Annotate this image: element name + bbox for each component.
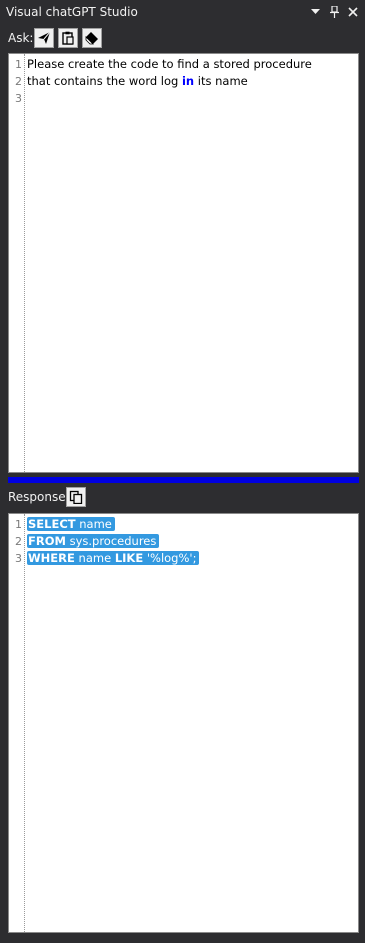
title-bar: Visual chatGPT Studio [0,0,365,24]
paste-button[interactable] [58,28,78,48]
text-token: Please create the code to find a stored … [27,57,312,71]
paste-icon [62,31,74,45]
pin-icon[interactable] [328,5,340,19]
eraser-icon [85,32,98,45]
line-number-gutter [9,54,25,472]
send-button[interactable] [34,28,54,48]
close-icon[interactable] [347,5,359,19]
copy-icon [69,490,83,504]
ask-label: Ask: [8,31,34,45]
selected-text: WHERE name LIKE '%log%'; [27,551,200,565]
response-editor[interactable]: 1 SELECT name 2 FROM sys.procedures 3 WHERE n… [8,513,359,933]
selected-text: FROM sys.procedures [27,534,160,548]
code-text: WHERE name LIKE '%log%'; [27,550,200,567]
code-text: SELECT name [27,516,115,533]
selected-text: SELECT name [27,517,115,531]
keyword-token: FROM [28,534,66,548]
text-token: name [75,517,112,531]
ask-toolbar: Ask: [0,26,365,50]
keyword-token: WHERE [28,551,75,565]
window-title: Visual chatGPT Studio [6,5,138,19]
clear-button[interactable] [82,28,102,48]
text-token: that contains the word log [27,74,182,88]
dropdown-icon[interactable] [309,5,321,19]
line-number: 3 [15,552,22,565]
text-token: name [74,551,115,565]
line-number: 1 [15,58,22,71]
keyword-token: SELECT [28,517,76,531]
response-label: Response: [8,490,70,504]
response-toolbar: Response: [0,486,365,508]
text-token: sys.procedures [65,534,157,548]
line-number: 1 [15,518,22,531]
line-number: 3 [15,92,22,105]
line-number: 2 [15,75,22,88]
splitter[interactable] [8,477,359,483]
text-token: its name [194,74,248,88]
code-text: that contains the word log in its name [27,73,248,90]
line-number: 2 [15,535,22,548]
keyword-token: in [181,74,195,88]
keyword-token: LIKE [114,551,144,565]
ask-editor[interactable]: 1 Please create the code to find a stored… [8,53,359,473]
code-text: FROM sys.procedures [27,533,160,550]
code-text: Please create the code to find a stored … [27,56,312,73]
line-number-gutter [9,514,25,932]
text-token: '%log%'; [143,551,197,565]
window-controls [309,5,359,19]
send-icon [38,31,51,44]
copy-button[interactable] [66,487,86,507]
